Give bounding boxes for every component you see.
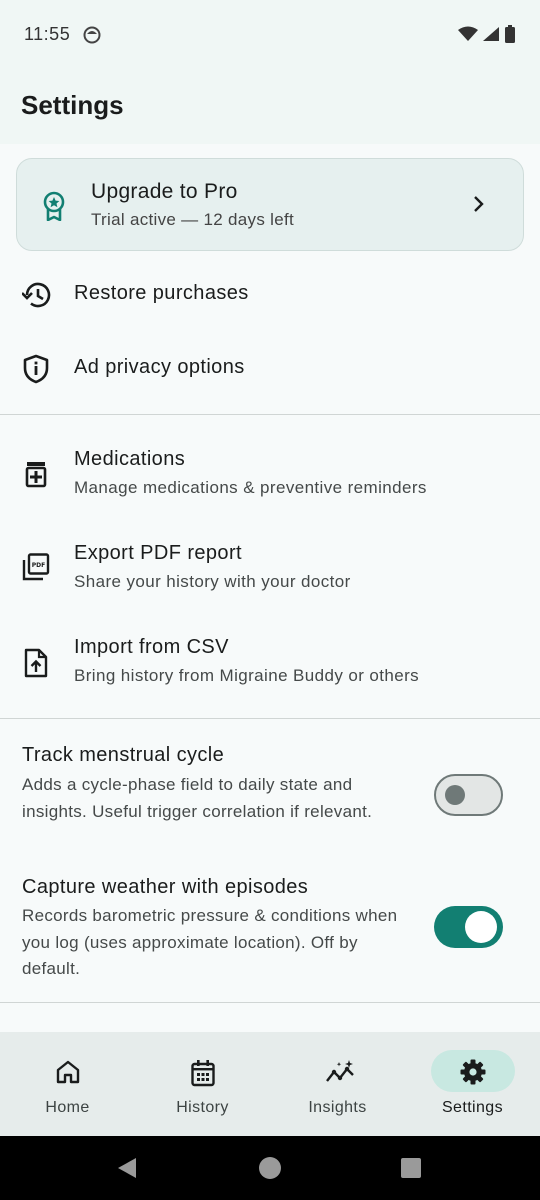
- notification-icon: [83, 26, 101, 49]
- svg-text:PDF: PDF: [32, 562, 45, 569]
- system-navigation-bar: [0, 1136, 540, 1200]
- home-circle-icon[interactable]: [259, 1157, 281, 1184]
- nav-settings-label: Settings: [441, 1099, 503, 1116]
- nav-history-label: History: [176, 1099, 229, 1116]
- nav-home[interactable]: Home: [0, 1032, 135, 1136]
- shield-info-icon: [22, 354, 50, 389]
- restore-purchases-label: Restore purchases: [74, 282, 249, 304]
- gear-icon: [460, 1059, 486, 1090]
- calendar-icon: [190, 1059, 216, 1092]
- export-pdf-subtitle: Share your history with your doctor: [74, 572, 351, 591]
- nav-history[interactable]: History: [135, 1032, 270, 1136]
- divider: [0, 718, 540, 719]
- home-icon: [55, 1059, 81, 1090]
- nav-insights[interactable]: Insights: [270, 1032, 405, 1136]
- history-icon: [21, 281, 52, 314]
- menstrual-cycle-title: Track menstrual cycle: [22, 744, 225, 766]
- battery-icon: [504, 25, 516, 48]
- back-icon[interactable]: [116, 1157, 138, 1184]
- pro-card-subtitle: Trial active — 12 days left: [91, 210, 295, 229]
- menstrual-cycle-description: Adds a cycle-phase field to daily state …: [22, 775, 373, 821]
- status-bar: 11:55: [0, 0, 540, 70]
- weather-capture-toggle[interactable]: [434, 906, 503, 948]
- weather-capture-setting: Capture weather with episodes Records ba…: [0, 866, 540, 988]
- nav-settings[interactable]: Settings: [405, 1032, 540, 1136]
- medication-icon: [22, 460, 50, 493]
- ad-privacy-row[interactable]: Ad privacy options: [0, 340, 540, 398]
- page-title: Settings: [21, 90, 124, 120]
- medications-subtitle: Manage medications & preventive reminder…: [74, 478, 427, 497]
- file-upload-icon: [22, 648, 50, 683]
- weather-capture-title: Capture weather with episodes: [22, 876, 309, 898]
- toggle-knob: [445, 784, 465, 805]
- weather-capture-description: Records barometric pressure & conditions…: [22, 906, 398, 978]
- chevron-right-icon: [473, 195, 485, 218]
- medications-row[interactable]: Medications Manage medications & prevent…: [0, 440, 540, 520]
- signal-icon: [482, 26, 500, 47]
- medications-title: Medications: [74, 448, 186, 470]
- toggle-knob: [465, 911, 497, 943]
- import-csv-title: Import from CSV: [74, 636, 229, 658]
- insights-icon: [325, 1059, 355, 1090]
- top-app-bar: Settings: [0, 70, 540, 144]
- menstrual-cycle-setting: Track menstrual cycle Adds a cycle-phase…: [0, 734, 540, 856]
- award-icon: [41, 191, 67, 226]
- divider: [0, 414, 540, 415]
- upgrade-pro-card[interactable]: Upgrade to Pro Trial active — 12 days le…: [16, 158, 524, 251]
- divider: [0, 1002, 540, 1003]
- status-time: 11:55: [24, 24, 71, 44]
- menstrual-cycle-toggle[interactable]: [434, 774, 503, 816]
- import-csv-row[interactable]: Import from CSV Bring history from Migra…: [0, 628, 540, 708]
- status-icons: [458, 25, 516, 48]
- ad-privacy-label: Ad privacy options: [74, 356, 245, 378]
- import-csv-subtitle: Bring history from Migraine Buddy or oth…: [74, 666, 420, 685]
- nav-insights-label: Insights: [308, 1099, 367, 1116]
- bottom-navigation: Home History Insights Settings: [0, 1032, 540, 1136]
- pdf-icon: PDF: [22, 553, 50, 586]
- export-pdf-row[interactable]: PDF Export PDF report Share your history…: [0, 534, 540, 614]
- nav-home-label: Home: [45, 1099, 90, 1116]
- export-pdf-title: Export PDF report: [74, 542, 242, 564]
- recents-icon[interactable]: [401, 1158, 421, 1183]
- wifi-icon: [458, 26, 478, 47]
- restore-purchases-row[interactable]: Restore purchases: [0, 266, 540, 324]
- pro-card-title: Upgrade to Pro: [91, 180, 238, 203]
